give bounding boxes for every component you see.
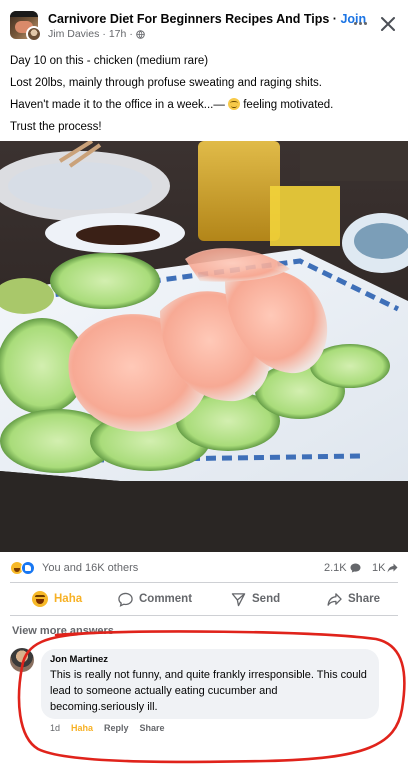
divider (10, 582, 398, 583)
comment-bubble: Jon Martinez This is really not funny, a… (41, 649, 379, 719)
post-line: Trust the process! (10, 121, 102, 133)
post-time[interactable]: 17h (109, 28, 127, 40)
comment-label: Comment (139, 593, 193, 605)
share-icon (327, 592, 342, 606)
divider (10, 615, 398, 616)
comment-haha-button[interactable]: Haha (71, 723, 93, 733)
comment-time[interactable]: 1d (50, 723, 60, 733)
share-count[interactable]: 1K (372, 562, 398, 574)
post-meta: Jim Davies · 17h · (48, 28, 145, 40)
group-name-text[interactable]: Carnivore Diet For Beginners Recipes And… (48, 12, 329, 26)
meta-separator: · (102, 28, 106, 40)
comment-count-value: 2.1K (324, 562, 347, 574)
smiling-emoji-icon (228, 98, 241, 110)
comment-bubble-icon (350, 563, 361, 573)
post-photo-illustration (0, 141, 408, 552)
meta-separator-2: · (129, 28, 133, 40)
post-photo[interactable] (0, 141, 408, 552)
share-count-value: 1K (372, 562, 386, 574)
comment-share-button[interactable]: Share (140, 723, 165, 733)
comment-button[interactable]: Comment (118, 584, 192, 614)
haha-button[interactable]: Haha (32, 584, 82, 614)
comment-text: This is really not funny, and quite fran… (50, 669, 367, 713)
view-more-answers-link[interactable]: View more answers (12, 625, 114, 637)
send-label: Send (252, 593, 281, 605)
comment-count[interactable]: 2.1K (324, 562, 361, 574)
more-dot-icon (358, 21, 362, 25)
haha-label: Haha (54, 593, 83, 605)
like-reaction-icon (21, 561, 35, 575)
post-feeling: feeling motivated. (240, 99, 334, 111)
share-button[interactable]: Share (327, 584, 380, 614)
post-body: Day 10 on this - chicken (medium rare) L… (10, 50, 400, 138)
send-icon (231, 592, 246, 606)
post-line: Lost 20lbs, mainly through profuse sweat… (10, 77, 322, 89)
send-button[interactable]: Send (231, 584, 280, 614)
more-options-button[interactable] (349, 14, 371, 32)
reaction-summary: You and 16K others 2.1K 1K (0, 558, 408, 580)
comment-actions: 1d Haha Reply Share (50, 723, 165, 733)
author-name[interactable]: Jim Davies (48, 28, 99, 40)
comment-icon (118, 592, 133, 607)
more-dot-icon (353, 21, 357, 25)
share-label: Share (348, 593, 380, 605)
group-avatar-band (10, 11, 38, 17)
more-dot-icon (363, 21, 367, 25)
post-line: Day 10 on this - chicken (medium rare) (10, 55, 209, 67)
reactors-count[interactable]: You and 16K others (42, 562, 138, 574)
author-avatar[interactable] (26, 26, 42, 42)
post-line: Haven't made it to the office in a week.… (10, 94, 400, 116)
commenter-avatar[interactable] (10, 648, 34, 672)
close-icon[interactable] (378, 14, 398, 34)
post-header: Carnivore Diet For Beginners Recipes And… (0, 0, 408, 44)
share-arrow-icon (387, 563, 398, 573)
post-line-text: Haven't made it to the office in a week.… (10, 99, 229, 111)
commenter-name[interactable]: Jon Martinez (50, 654, 370, 665)
header-separator: · (329, 12, 341, 26)
group-name[interactable]: Carnivore Diet For Beginners Recipes And… (48, 12, 366, 26)
post-action-bar: Haha Comment Send Share (0, 584, 408, 614)
haha-icon (32, 591, 48, 607)
globe-icon (136, 29, 145, 39)
reaction-icons[interactable] (10, 561, 38, 575)
comment-reply-button[interactable]: Reply (104, 723, 129, 733)
